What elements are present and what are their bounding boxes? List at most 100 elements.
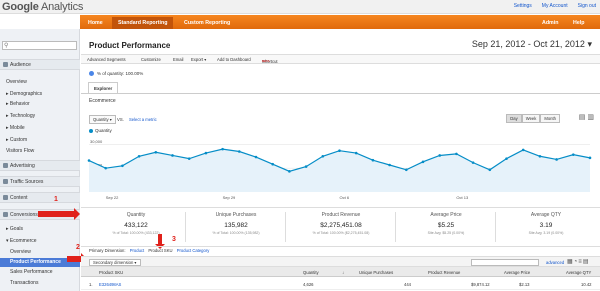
data-point[interactable] (388, 163, 391, 167)
data-point[interactable] (254, 155, 258, 159)
scorecard-average-qty[interactable]: Average QTY 3.19 Site Avg: 3.19 (0.00%) (496, 212, 596, 235)
data-point[interactable] (421, 160, 425, 164)
settings-link[interactable]: Settings (514, 3, 532, 9)
nav-admin[interactable]: Admin (542, 20, 558, 26)
sidebar-item-goals[interactable]: ▸ Goals (0, 226, 80, 232)
select-metric-link[interactable]: Select a metric (129, 117, 157, 122)
sidebar-item-demographics[interactable]: ▸ Demographics (0, 91, 80, 97)
data-point[interactable] (271, 162, 274, 166)
nav-custom-reporting[interactable]: Custom Reporting (178, 17, 236, 29)
table-search-input[interactable] (471, 259, 539, 266)
data-point[interactable] (187, 157, 191, 160)
data-point[interactable] (137, 154, 141, 158)
sidebar-item-transactions[interactable]: Transactions (0, 280, 80, 286)
data-point[interactable] (588, 156, 592, 160)
data-point[interactable] (321, 154, 325, 158)
sidebar-item-content[interactable]: Content (0, 192, 80, 203)
data-point[interactable] (488, 168, 492, 172)
scorecard-unique-purchases[interactable]: Unique Purchases 135,982 % of Total: 100… (186, 212, 286, 242)
data-point[interactable] (405, 168, 408, 172)
motion-chart-icon[interactable]: ▥ (587, 114, 594, 121)
sidebar-item-technology[interactable]: ▸ Technology (0, 113, 80, 119)
email-button[interactable]: Email (173, 57, 183, 62)
sidebar-item-ecommerce[interactable]: ▾ Ecommerce (0, 238, 80, 244)
sidebar-item-behavior[interactable]: ▸ Behavior (0, 101, 80, 107)
data-point[interactable] (371, 158, 375, 162)
tab-explorer[interactable]: Explorer (88, 82, 118, 93)
google-analytics-logo[interactable]: Google Analytics (2, 1, 83, 13)
subtab-ecommerce[interactable]: Ecommerce (89, 98, 116, 104)
row-sku-link[interactable]: E326498AS (99, 282, 121, 287)
sign-out-link[interactable]: Sign out (578, 3, 596, 9)
month-button[interactable]: Month (540, 114, 560, 123)
row-product-revenue: $9,874.12 (471, 282, 490, 287)
data-point[interactable] (238, 150, 241, 153)
nav-standard-reporting[interactable]: Standard Reporting (112, 17, 174, 29)
sidebar-item-sales-performance[interactable]: Sales Performance (0, 269, 80, 275)
col-average-price[interactable]: Average Price (504, 270, 530, 275)
col-product-revenue[interactable]: Product Revenue (428, 270, 460, 275)
vs-label: VS. (117, 117, 124, 122)
export-button[interactable]: Export ▾ (191, 57, 206, 62)
data-point[interactable] (221, 147, 224, 151)
customize-button[interactable]: Customize (141, 57, 161, 62)
sidebar-item-custom[interactable]: ▸ Custom (0, 137, 80, 143)
date-range-picker[interactable]: Sep 21, 2012 - Oct 21, 2012 ▾ (472, 39, 592, 50)
col-average-qty[interactable]: Average QTY (566, 270, 591, 275)
dimension-product-sku[interactable]: Product SKU (148, 248, 172, 253)
data-point[interactable] (572, 153, 575, 156)
primary-dimension-bar: Primary Dimension: Product Product SKU P… (89, 248, 209, 253)
x-tick-label: Sep 29 (223, 195, 236, 200)
add-to-dashboard-button[interactable]: Add to Dashboard (217, 57, 251, 62)
sidebar-item-advertising[interactable]: Advertising (0, 160, 80, 171)
data-point[interactable] (104, 166, 107, 170)
data-point[interactable] (354, 151, 358, 155)
data-point[interactable] (538, 154, 542, 158)
col-quantity[interactable]: Quantity (303, 270, 319, 275)
dimension-product-category-link[interactable]: Product Category (177, 248, 210, 253)
nav-home[interactable]: Home (82, 17, 109, 29)
scorecard-quantity[interactable]: Quantity 433,122 % of Total: 100.00% (43… (86, 212, 186, 242)
data-point[interactable] (288, 170, 291, 173)
sort-desc-icon[interactable]: ↓ (342, 270, 344, 275)
advanced-filter-link[interactable]: advanced (546, 260, 564, 265)
data-point[interactable] (438, 154, 442, 157)
sidebar-item-ecommerce-overview[interactable]: Overview (0, 249, 80, 255)
row-average-qty: 10.42 (581, 282, 592, 287)
nav-help[interactable]: Help (573, 20, 584, 26)
day-button[interactable]: Day (506, 114, 522, 123)
col-unique-purchases[interactable]: Unique Purchases (359, 270, 393, 275)
logo-google-text: Google (2, 1, 39, 13)
sidebar-item-audience[interactable]: Audience (0, 59, 80, 70)
sidebar-item-overview[interactable]: Overview (0, 79, 80, 85)
sidebar-search-input[interactable]: ⚲ (2, 41, 77, 50)
line-chart-icon[interactable]: ▤ (579, 114, 586, 121)
week-button[interactable]: Week (521, 114, 541, 123)
sidebar-item-mobile[interactable]: ▸ Mobile (0, 125, 80, 131)
my-account-link[interactable]: My Account (542, 3, 568, 9)
data-point[interactable] (87, 159, 91, 162)
data-point[interactable] (555, 158, 558, 161)
data-point[interactable] (304, 165, 308, 168)
data-point[interactable] (204, 151, 208, 155)
data-point[interactable] (121, 164, 124, 168)
secondary-dimension-select[interactable]: Secondary dimension ▾ (89, 259, 141, 266)
data-point[interactable] (471, 161, 475, 164)
advanced-segments-button[interactable]: Advanced Segments (87, 57, 126, 62)
data-point[interactable] (455, 152, 458, 156)
data-point[interactable] (171, 154, 174, 157)
data-point[interactable] (505, 157, 508, 160)
scorecard-product-revenue[interactable]: Product Revenue $2,275,451.08 % of Total… (286, 212, 396, 242)
scorecard-average-price[interactable]: Average Price $5.25 Site Avg: $5.25 (0.0… (396, 212, 496, 242)
sidebar-item-visitors-flow[interactable]: Visitors Flow (0, 148, 80, 154)
data-point[interactable] (154, 150, 158, 154)
data-point[interactable] (521, 148, 525, 152)
grid-view-icon[interactable]: ▦ (567, 259, 574, 265)
metric-select[interactable]: Quantity ▾ (89, 115, 116, 124)
data-point[interactable] (338, 149, 341, 153)
col-product-sku[interactable]: Product SKU (99, 270, 123, 275)
dimension-product-link[interactable]: Product (130, 248, 144, 253)
sidebar-item-traffic-sources[interactable]: Traffic Sources (0, 176, 80, 187)
callout-number-1: 1 (54, 196, 58, 203)
pivot-view-icon[interactable]: ▤ (583, 259, 590, 265)
